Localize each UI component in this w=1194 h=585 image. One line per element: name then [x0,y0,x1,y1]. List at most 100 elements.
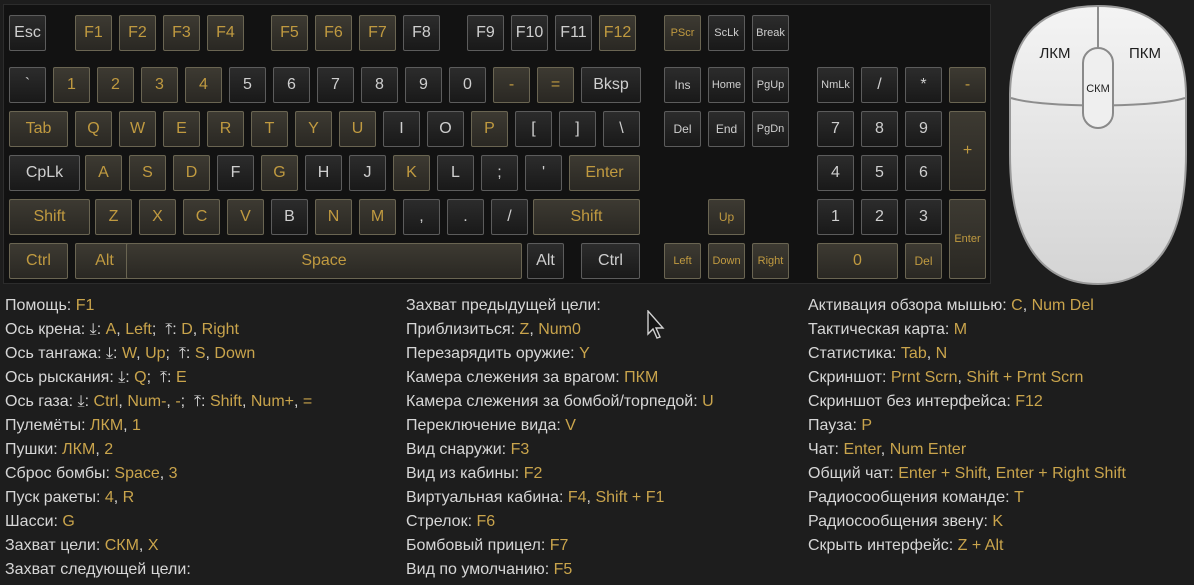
key-symbol: \ [603,111,640,147]
help-line: Шасси: G [5,510,312,534]
binding-value: F12 [1015,393,1043,410]
binding-value: ЛКМ [62,441,96,458]
binding-label: Радиосообщения команде: [808,489,1015,506]
key-j: J [349,155,386,191]
binding-label: Виртуальная кабина: [406,489,568,506]
binding-value: Shift + Prnt Scrn [966,369,1084,386]
binding-label: Захват следующей цели: [5,561,191,578]
key-f9: F9 [467,15,504,51]
help-line: Камера слежения за бомбой/торпедой: U [406,390,714,414]
binding-label: , [123,417,133,434]
key-9: 9 [405,67,442,103]
key-g: G [261,155,298,191]
binding-value: Y [579,345,590,362]
binding-label: Пуск ракеты: [5,489,105,506]
key-down: Down [708,243,745,279]
help-line: Сброс бомбы: Space, 3 [5,462,312,486]
binding-value: F5 [553,561,573,578]
key-f8: F8 [403,15,440,51]
key-0: 0 [817,243,898,279]
key-3: 3 [905,199,942,235]
binding-value: Left [125,321,152,338]
key-h: H [305,155,342,191]
help-line: Вид по умолчанию: F5 [406,558,714,582]
binding-label: Пауза: [808,417,862,434]
binding-label: Скрыть интерфейс: [808,537,958,554]
help-line: Общий чат: Enter + Shift, Enter + Right … [808,462,1126,486]
binding-value: Enter + Right Shift [995,465,1126,482]
help-line: Приблизиться: Z, Num0 [406,318,714,342]
key-tab: Tab [9,111,68,147]
binding-label: ; ⤒: [165,345,195,362]
help-line: Виртуальная кабина: F4, Shift + F1 [406,486,714,510]
key-symbol: . [447,199,484,235]
binding-value: F1 [75,297,95,314]
key-shift: Shift [533,199,640,235]
key-symbol: ; [481,155,518,191]
binding-label: Пулемёты: [5,417,90,434]
key-shift: Shift [9,199,90,235]
help-line: Помощь: F1 [5,294,312,318]
help-line: Захват цели: СКМ, X [5,534,312,558]
binding-value: Num Del [1031,297,1094,314]
key-left: Left [664,243,701,279]
mouse-middle-label: СКМ [1086,83,1110,95]
key-f10: F10 [511,15,548,51]
key-f11: F11 [555,15,592,51]
binding-value: 3 [168,465,178,482]
binding-value: W [121,345,137,362]
binding-value: F6 [476,513,496,530]
key-symbol: = [537,67,574,103]
help-line: Чат: Enter, Num Enter [808,438,1126,462]
key-l: L [437,155,474,191]
key-del: Del [905,243,942,279]
key-x: X [139,199,176,235]
binding-value: Num Enter [889,441,967,458]
key-m: M [359,199,396,235]
key-sclk: ScLk [708,15,745,51]
help-line: Ось крена: ⤓: A, Left; ⤒: D, Right [5,318,312,342]
binding-value: СКМ [104,537,139,554]
binding-value: Enter + Shift [898,465,987,482]
key-3: 3 [141,67,178,103]
key-i: I [383,111,420,147]
binding-label: Помощь: [5,297,76,314]
binding-label: , [113,489,123,506]
key-w: W [119,111,156,147]
key-z: Z [95,199,132,235]
binding-value: = [302,393,313,410]
help-line: Скриншот без интерфейса: F12 [808,390,1126,414]
key-f6: F6 [315,15,352,51]
help-line: Вид из кабины: F2 [406,462,714,486]
binding-label: , [138,537,148,554]
key-ins: Ins [664,67,701,103]
help-line: Пулемёты: ЛКМ, 1 [5,414,312,438]
binding-label: Сброс бомбы: [5,465,115,482]
key-home: Home [708,67,745,103]
key-right: Right [752,243,789,279]
key-u: U [339,111,376,147]
binding-label: Чат: [808,441,844,458]
binding-value: Z [519,321,530,338]
key-symbol: [ [515,111,552,147]
key-8: 8 [361,67,398,103]
binding-label: , [926,345,936,362]
key-f2: F2 [119,15,156,51]
binding-label: ; ⤒: [180,393,210,410]
key-1: 1 [53,67,90,103]
binding-value: E [175,369,187,386]
binding-label: , [1022,297,1032,314]
key-pscr: PScr [664,15,701,51]
binding-value: 4 [104,489,114,506]
key-f: F [217,155,254,191]
binding-value: S [194,345,206,362]
key-f3: F3 [163,15,200,51]
key-symbol: * [905,67,942,103]
binding-label: , [166,393,176,410]
key-up: Up [708,199,745,235]
help-line: Пуск ракеты: 4, R [5,486,312,510]
binding-label: Перезарядить оружие: [406,345,580,362]
binding-label: , [529,321,539,338]
key-4: 4 [185,67,222,103]
help-line: Скрыть интерфейс: Z + Alt [808,534,1126,558]
